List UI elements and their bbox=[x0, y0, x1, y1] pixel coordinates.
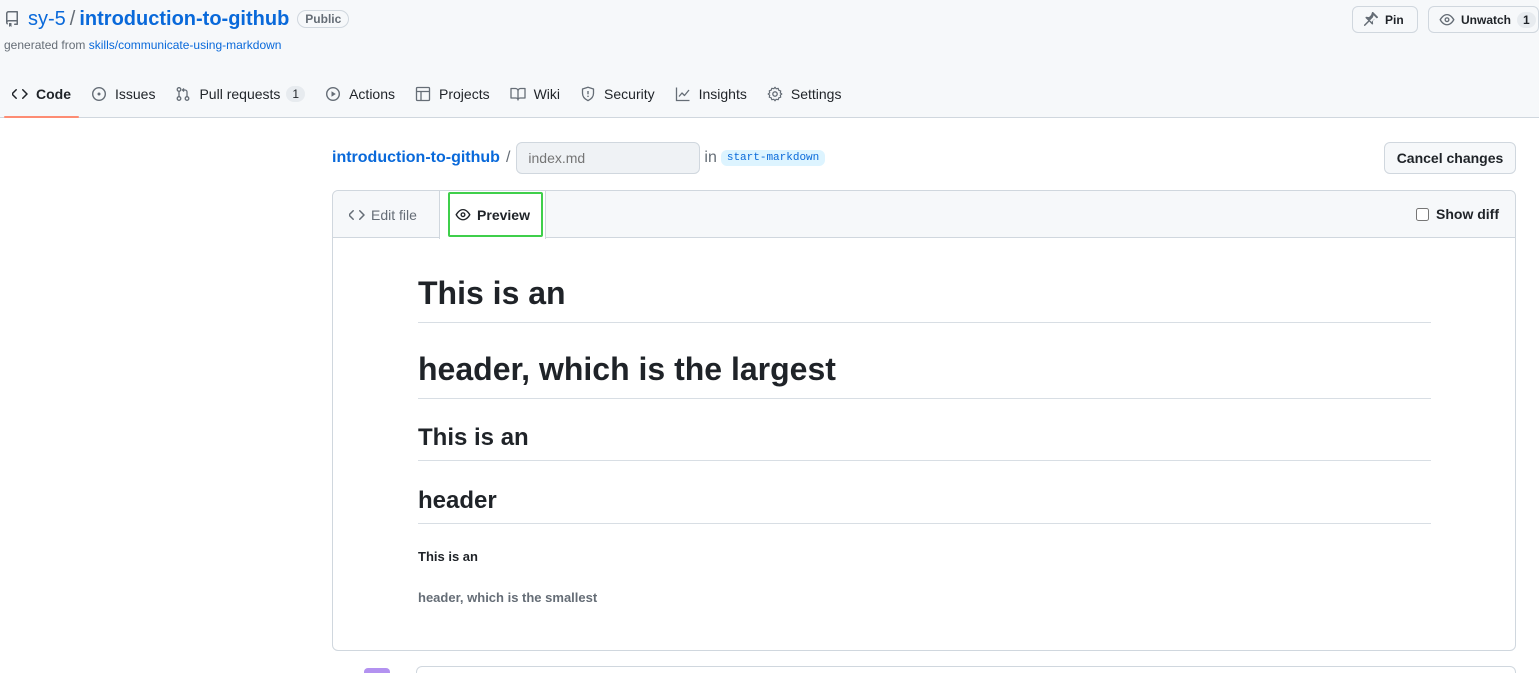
repo-title: sy-5 / introduction-to-github Public bbox=[4, 6, 350, 32]
repo-header: sy-5 / introduction-to-github Public gen… bbox=[0, 0, 1539, 118]
tab-code[interactable]: Code bbox=[4, 76, 79, 118]
markdown-preview: This is an header, which is the largest … bbox=[418, 239, 1431, 605]
preview-h1-first: This is an bbox=[418, 273, 1431, 323]
tab-code-label: Code bbox=[36, 86, 71, 102]
eye-icon bbox=[1439, 12, 1455, 28]
play-icon bbox=[325, 86, 341, 102]
cancel-changes-button[interactable]: Cancel changes bbox=[1384, 142, 1516, 174]
commit-panel bbox=[416, 666, 1516, 673]
template-repo-link[interactable]: skills/communicate-using-markdown bbox=[89, 38, 282, 52]
repo-separator: / bbox=[69, 7, 76, 30]
show-diff-label: Show diff bbox=[1436, 206, 1499, 222]
show-diff-toggle[interactable]: Show diff bbox=[1416, 206, 1499, 222]
eye-icon bbox=[455, 207, 471, 223]
tab-pull-requests[interactable]: Pull requests 1 bbox=[167, 76, 313, 112]
repo-name-link[interactable]: introduction-to-github bbox=[79, 8, 289, 31]
in-label: in bbox=[704, 149, 717, 166]
pin-button[interactable]: Pin bbox=[1352, 6, 1418, 33]
tab-insights-label: Insights bbox=[698, 86, 747, 102]
preview-h6-first: This is an bbox=[418, 549, 478, 564]
preview-h2-second: header bbox=[418, 486, 1431, 524]
code-icon bbox=[12, 86, 28, 102]
repo-owner-link[interactable]: sy-5 bbox=[28, 8, 66, 31]
tab-issues-label: Issues bbox=[115, 86, 156, 102]
pull-request-icon bbox=[175, 86, 191, 102]
tab-security-label: Security bbox=[604, 86, 655, 102]
table-icon bbox=[415, 86, 431, 102]
breadcrumb-separator: / bbox=[505, 149, 511, 166]
preview-h6-second: header, which is the smallest bbox=[418, 590, 598, 605]
file-breadcrumb: introduction-to-github / in start-markdo… bbox=[332, 142, 826, 174]
tab-settings[interactable]: Settings bbox=[759, 76, 850, 112]
issue-icon bbox=[91, 86, 107, 102]
repo-icon bbox=[4, 11, 20, 27]
pull-requests-count: 1 bbox=[286, 86, 306, 102]
tab-settings-label: Settings bbox=[790, 86, 842, 102]
tab-wiki[interactable]: Wiki bbox=[502, 76, 568, 112]
editor-panel: Edit file Preview Show diff This is an h… bbox=[332, 190, 1516, 651]
shield-icon bbox=[580, 86, 596, 102]
tab-pull-requests-label: Pull requests bbox=[199, 86, 281, 102]
editor-tabs: Edit file Preview Show diff bbox=[333, 191, 1515, 239]
tab-preview[interactable]: Preview bbox=[439, 191, 546, 239]
tab-actions[interactable]: Actions bbox=[317, 76, 403, 112]
generated-prefix: generated from bbox=[4, 38, 86, 52]
visibility-badge: Public bbox=[297, 10, 350, 28]
show-diff-checkbox[interactable] bbox=[1416, 207, 1429, 221]
pin-icon bbox=[1363, 11, 1379, 28]
tab-preview-label: Preview bbox=[477, 207, 530, 223]
repo-nav: Code Issues Pull requests 1 Actions Proj… bbox=[0, 76, 849, 118]
tab-edit-file-label: Edit file bbox=[371, 206, 417, 223]
unwatch-button[interactable]: Unwatch 1 bbox=[1428, 6, 1539, 33]
avatar bbox=[364, 668, 390, 673]
book-icon bbox=[509, 86, 526, 102]
branch-badge[interactable]: start-markdown bbox=[720, 150, 826, 166]
filename-input[interactable] bbox=[516, 142, 701, 174]
tab-issues[interactable]: Issues bbox=[83, 76, 163, 112]
code-icon bbox=[349, 207, 365, 223]
preview-h1-second: header, which is the largest bbox=[418, 349, 1431, 399]
generated-from: generated from skills/communicate-using-… bbox=[4, 38, 281, 52]
unwatch-label: Unwatch bbox=[1461, 12, 1512, 27]
tab-actions-label: Actions bbox=[349, 86, 396, 102]
tab-edit-file[interactable]: Edit file bbox=[349, 191, 417, 238]
tab-security[interactable]: Security bbox=[572, 76, 663, 112]
preview-h2-first: This is an bbox=[418, 423, 1431, 461]
breadcrumb-repo-link[interactable]: introduction-to-github bbox=[332, 149, 500, 167]
graph-icon bbox=[675, 86, 691, 102]
tab-projects-label: Projects bbox=[439, 86, 490, 102]
pin-label: Pin bbox=[1385, 12, 1404, 27]
watch-count: 1 bbox=[1517, 11, 1536, 28]
gear-icon bbox=[767, 86, 783, 102]
tab-wiki-label: Wiki bbox=[533, 86, 561, 102]
tab-insights[interactable]: Insights bbox=[667, 76, 755, 112]
tab-projects[interactable]: Projects bbox=[407, 76, 498, 112]
